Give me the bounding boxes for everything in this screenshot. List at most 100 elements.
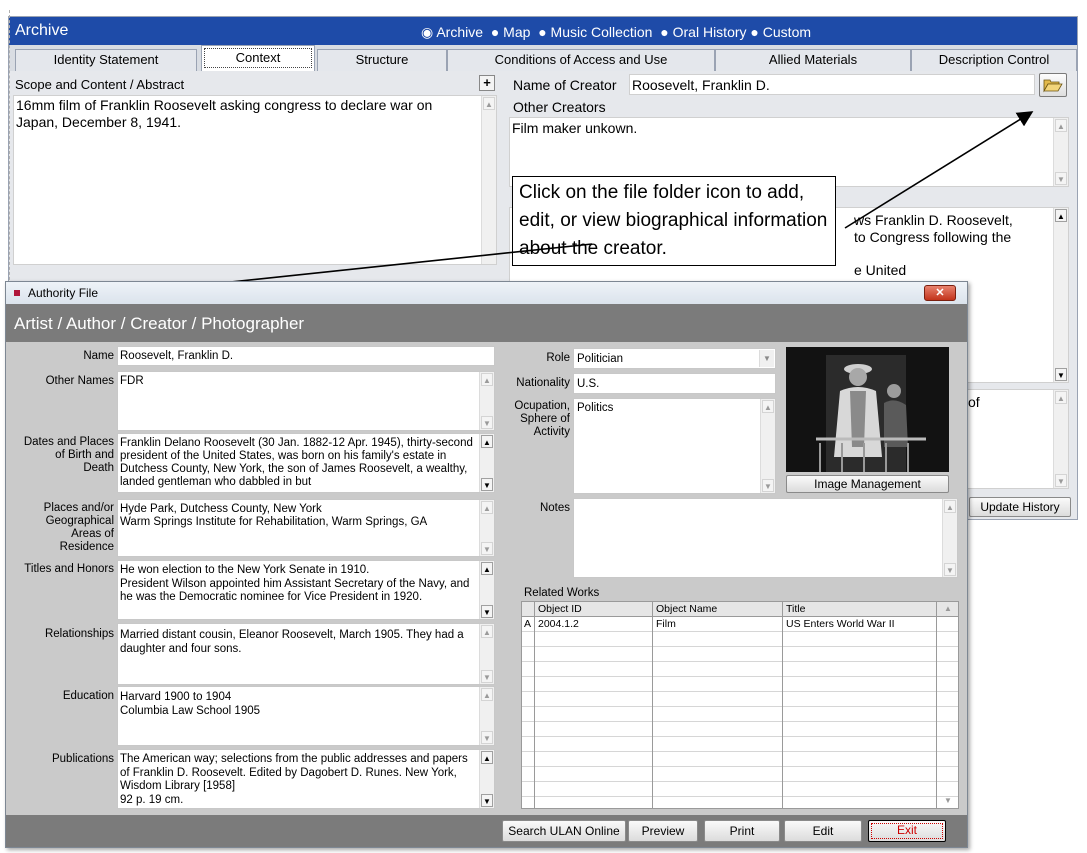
scroll-up-icon[interactable]: ▲	[1055, 209, 1067, 222]
dates-textarea[interactable]: Franklin Delano Roosevelt (30 Jan. 1882-…	[117, 433, 495, 493]
scroll-down-icon[interactable]: ▼	[1055, 474, 1067, 487]
occupation-label: Ocupation, Sphere of Activity	[514, 400, 570, 438]
header-object-name[interactable]: Object Name	[656, 603, 782, 615]
header-title[interactable]: Title	[786, 603, 936, 615]
scroll-down-icon[interactable]: ▼	[762, 479, 774, 492]
mode-radio-group: ◉ Archive ● Map ● Music Collection ● Ora…	[421, 24, 811, 41]
notes-scrollbar[interactable]: ▲ ▼	[1053, 390, 1068, 488]
mode-archive[interactable]: ◉ Archive	[421, 24, 483, 40]
education-scrollbar[interactable]: ▲ ▼	[479, 687, 494, 745]
related-works-table[interactable]: Object ID Object Name Title ▲ A 2004.1.2…	[521, 601, 959, 809]
authority-title: Authority File	[28, 286, 99, 300]
tab-context[interactable]: Context	[201, 45, 315, 71]
places-scrollbar[interactable]: ▲ ▼	[479, 500, 494, 556]
scroll-down-icon[interactable]: ▼	[1055, 172, 1067, 185]
add-scope-button[interactable]: +	[479, 75, 495, 91]
nationality-label: Nationality	[516, 377, 570, 389]
notes-textarea[interactable]: ▲ ▼	[573, 498, 958, 578]
name-value: Roosevelt, Franklin D.	[120, 350, 234, 362]
scroll-up-icon[interactable]: ▲	[1055, 119, 1067, 132]
tab-bar: Identity Statement Context Structure Con…	[9, 45, 1077, 71]
scroll-up-icon[interactable]: ▲	[481, 625, 493, 638]
places-label: Places and/or Geographical Areas of Resi…	[43, 502, 114, 553]
search-ulan-button[interactable]: Search ULAN Online	[502, 820, 626, 842]
header-object-id[interactable]: Object ID	[538, 603, 652, 615]
mode-oral-history[interactable]: ● Oral History	[660, 24, 746, 40]
name-input[interactable]: Roosevelt, Franklin D.	[117, 346, 495, 366]
column-divider	[652, 602, 653, 808]
edit-button[interactable]: Edit	[784, 820, 862, 842]
tab-structure[interactable]: Structure	[317, 49, 447, 71]
scroll-down-icon[interactable]: ▼	[481, 416, 493, 429]
table-scroll-down-icon[interactable]: ▼	[940, 794, 956, 808]
scroll-down-icon[interactable]: ▼	[481, 478, 493, 491]
other-names-scrollbar[interactable]: ▲ ▼	[479, 372, 494, 430]
scroll-down-icon[interactable]: ▼	[1055, 368, 1067, 381]
scroll-down-icon[interactable]: ▼	[481, 605, 493, 618]
scroll-up-icon[interactable]: ▲	[483, 97, 495, 110]
creator-photo[interactable]	[786, 347, 949, 472]
biography-scrollbar[interactable]: ▲ ▼	[1053, 208, 1068, 382]
places-textarea[interactable]: Hyde Park, Dutchess County, New York War…	[117, 499, 495, 557]
scope-textarea[interactable]: 16mm film of Franklin Roosevelt asking c…	[13, 95, 497, 265]
scroll-down-icon[interactable]: ▼	[481, 731, 493, 744]
occupation-scrollbar[interactable]: ▲ ▼	[760, 399, 775, 493]
portrait-photo-icon	[786, 347, 949, 472]
nationality-value: U.S.	[577, 378, 600, 390]
nationality-input[interactable]: U.S.	[573, 373, 776, 394]
tab-identity-statement[interactable]: Identity Statement	[15, 49, 197, 71]
titles-scrollbar[interactable]: ▲ ▼	[479, 561, 494, 619]
scroll-up-icon[interactable]: ▲	[944, 500, 956, 513]
scroll-up-icon[interactable]: ▲	[481, 373, 493, 386]
creator-folder-button[interactable]	[1039, 73, 1067, 97]
scope-scrollbar[interactable]: ▲	[481, 96, 496, 264]
mode-music-collection[interactable]: ● Music Collection	[538, 24, 652, 40]
notes-label: Notes	[539, 502, 570, 514]
close-icon: ✕	[935, 287, 945, 299]
education-textarea[interactable]: Harvard 1900 to 1904 Columbia Law School…	[117, 686, 495, 746]
table-scroll-up-icon[interactable]: ▲	[940, 602, 956, 616]
tab-conditions-of-access[interactable]: Conditions of Access and Use	[447, 49, 715, 71]
scroll-up-icon[interactable]: ▲	[481, 435, 493, 448]
scroll-down-icon[interactable]: ▼	[481, 794, 493, 807]
relationships-scrollbar[interactable]: ▲ ▼	[479, 624, 494, 684]
table-row[interactable]: A 2004.1.2 Film US Enters World War II	[522, 617, 936, 631]
scroll-up-icon[interactable]: ▲	[481, 688, 493, 701]
chevron-down-icon[interactable]: ▼	[759, 350, 774, 367]
scroll-up-icon[interactable]: ▲	[481, 501, 493, 514]
tab-allied-materials[interactable]: Allied Materials	[715, 49, 911, 71]
role-select[interactable]: Politician ▼	[573, 348, 776, 369]
print-button[interactable]: Print	[704, 820, 780, 842]
occupation-textarea[interactable]: Politics ▲ ▼	[573, 398, 776, 494]
creator-input[interactable]: Roosevelt, Franklin D.	[629, 74, 1035, 95]
other-names-label: Other Names	[45, 375, 114, 387]
education-value: Harvard 1900 to 1904 Columbia Law School…	[120, 691, 261, 717]
publications-textarea[interactable]: The American way; selections from the pu…	[117, 749, 495, 809]
authority-footer: Search ULAN Online Preview Print Edit Ex…	[6, 815, 967, 847]
relationships-textarea[interactable]: Married distant cousin, Eleanor Roosevel…	[117, 623, 495, 685]
dates-scrollbar[interactable]: ▲ ▼	[479, 434, 494, 492]
scroll-down-icon[interactable]: ▼	[481, 670, 493, 683]
mode-map[interactable]: ● Map	[491, 24, 531, 40]
tab-description-control[interactable]: Description Control	[911, 49, 1077, 71]
callout-text: Click on the file folder icon to add, ed…	[519, 182, 828, 259]
mode-custom[interactable]: ● Custom	[750, 24, 811, 40]
scroll-up-icon[interactable]: ▲	[481, 751, 493, 764]
titles-textarea[interactable]: He won election to the New York Senate i…	[117, 560, 495, 620]
close-button[interactable]: ✕	[924, 285, 956, 301]
other-creators-scrollbar[interactable]: ▲ ▼	[1053, 118, 1068, 186]
scroll-up-icon[interactable]: ▲	[762, 400, 774, 413]
preview-button[interactable]: Preview	[628, 820, 698, 842]
archive-title: Archive	[15, 22, 69, 39]
publications-scrollbar[interactable]: ▲ ▼	[479, 750, 494, 808]
scroll-up-icon[interactable]: ▲	[481, 562, 493, 575]
scroll-down-icon[interactable]: ▼	[944, 563, 956, 576]
exit-button[interactable]: Exit	[868, 820, 946, 842]
scroll-up-icon[interactable]: ▲	[1055, 391, 1067, 404]
image-management-button[interactable]: Image Management	[786, 475, 949, 493]
scroll-down-icon[interactable]: ▼	[481, 542, 493, 555]
notes-scrollbar[interactable]: ▲ ▼	[942, 499, 957, 577]
other-names-textarea[interactable]: FDR ▲ ▼	[117, 371, 495, 431]
update-history-button[interactable]: Update History	[969, 497, 1071, 517]
authority-header-title: Artist / Author / Creator / Photographer	[14, 314, 305, 333]
